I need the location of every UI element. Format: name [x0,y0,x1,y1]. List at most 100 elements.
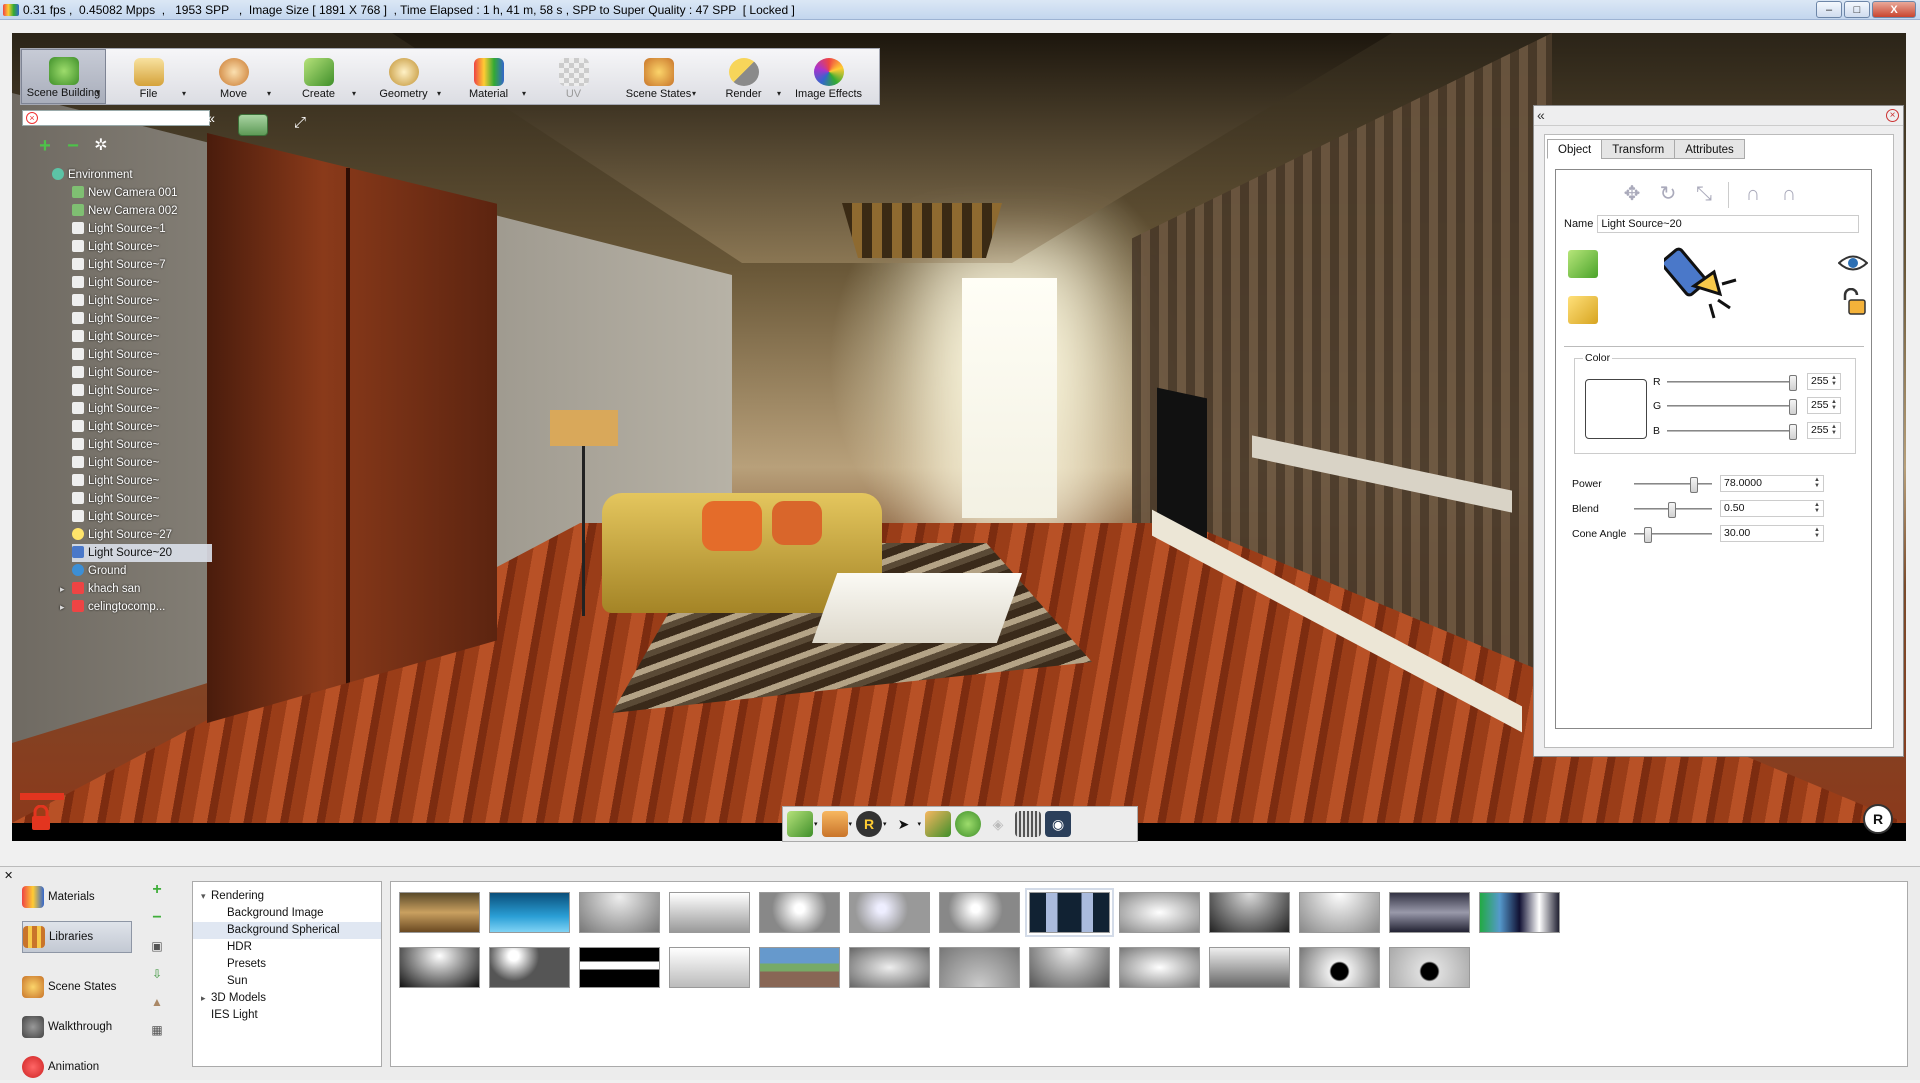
library-thumbnail[interactable] [399,947,480,988]
close-panel-icon[interactable]: × [1886,109,1899,122]
library-thumbnail[interactable] [1389,947,1470,988]
toolbar-file[interactable]: File ▾ [106,49,191,104]
tree-item[interactable]: Light Source~1 [72,220,232,238]
view-options-icon[interactable]: ▦ [148,1021,166,1039]
library-thumbnail[interactable] [669,892,750,933]
select-cursor-icon[interactable]: ➤ [891,811,917,837]
grid-icon[interactable] [1015,811,1042,837]
tree-item[interactable]: Light Source~7 [72,256,232,274]
settings-gear-icon[interactable]: ✲ [92,138,110,156]
render-mode-icon[interactable]: R [856,811,883,837]
library-thumbnail[interactable] [579,947,660,988]
expand-arrow-icon[interactable]: ▸ [201,990,206,1007]
visibility-eye-icon[interactable] [1838,254,1868,272]
add-item-button[interactable]: + [36,136,54,156]
toolbar-geometry[interactable]: Geometry ▾ [361,49,446,104]
move-transform-icon[interactable]: ✥ [1620,182,1644,206]
toolbar-move[interactable]: Move ▾ [191,49,276,104]
tree-item[interactable]: Ground [72,562,232,580]
cone-angle-spinbox[interactable]: 30.00 ▲ ▼ [1720,525,1824,542]
tree-item[interactable]: Light Source~ [72,436,232,454]
color-swatch[interactable] [1585,379,1647,439]
library-thumbnail[interactable] [669,947,750,988]
nav-walkthrough[interactable]: Walkthrough [22,1011,132,1043]
library-thumbnail[interactable] [489,947,570,988]
tree-item[interactable]: Light Source~27 [72,526,232,544]
tree-item[interactable]: New Camera 001 [72,184,232,202]
library-tree-item[interactable]: ▾ Rendering [193,888,381,905]
library-thumbnail[interactable] [1029,947,1110,988]
tree-item[interactable]: Light Source~ [72,454,232,472]
g-spinbox[interactable]: 255 ▲ ▼ [1807,397,1841,414]
library-thumbnail[interactable] [759,947,840,988]
toolbar-material[interactable]: Material ▾ [446,49,531,104]
b-spinbox[interactable]: 255 ▲ ▼ [1807,422,1841,439]
tree-item[interactable]: Light Source~ [72,292,232,310]
tree-item[interactable]: Light Source~ [72,238,232,256]
expand-panel-icon[interactable]: « [1537,107,1545,123]
library-thumbnail[interactable] [1209,892,1290,933]
library-thumbnail[interactable] [939,947,1020,988]
scale-transform-icon[interactable]: ⤡ [1692,182,1716,206]
library-thumbnail[interactable] [1025,888,1114,937]
library-thumbnail[interactable] [1119,892,1200,933]
nav-materials[interactable]: Materials [22,881,132,913]
nav-scene-states[interactable]: Scene States [22,971,132,1003]
toolbar-render[interactable]: Render ▾ [701,49,786,104]
g-slider[interactable] [1667,398,1797,415]
library-thumbnail[interactable] [1209,947,1290,988]
library-thumbnail[interactable] [579,892,660,933]
library-tree-item[interactable]: Sun [193,973,381,990]
tree-item[interactable]: Light Source~ [72,508,232,526]
library-tree-item[interactable]: Background Image [193,905,381,922]
cone-angle-slider[interactable] [1634,526,1712,543]
expand-arrow-icon[interactable]: ▸ [60,580,65,598]
library-tree-item[interactable]: IES Light [193,1007,381,1024]
tree-item[interactable]: Light Source~ [72,346,232,364]
camera-icon[interactable] [238,114,268,136]
toolbar-create[interactable]: Create ▾ [276,49,361,104]
ground-plane-icon[interactable] [821,811,848,837]
library-thumbnail[interactable] [1479,892,1560,933]
library-tree-item[interactable]: Presets [193,956,381,973]
power-slider[interactable] [1634,476,1712,493]
library-tree-item[interactable]: HDR [193,939,381,956]
library-thumbnail[interactable] [489,892,570,933]
object-cube-icon[interactable] [787,811,813,837]
remove-library-button[interactable]: − [148,909,166,927]
zoom-icon[interactable] [955,811,982,837]
tree-item[interactable]: Light Source~20 [72,544,212,562]
download-icon[interactable]: ⇩ [148,965,166,983]
r-slider[interactable] [1667,374,1797,391]
tree-item[interactable]: Light Source~ [72,400,232,418]
blend-spinbox[interactable]: 0.50 ▲ ▼ [1720,500,1824,517]
green-cubes-icon[interactable] [1568,250,1598,278]
library-tree-item[interactable]: Background Spherical [193,922,381,939]
nav-libraries[interactable]: Libraries [22,921,132,953]
tree-item[interactable]: Light Source~ [72,472,232,490]
rotate-transform-icon[interactable]: ↻ [1656,182,1680,206]
name-field[interactable]: Light Source~20 [1597,215,1860,233]
blend-slider[interactable] [1634,501,1712,518]
tree-item[interactable]: Light Source~ [72,490,232,508]
tree-item[interactable]: Light Source~ [72,364,232,382]
magnet-icon[interactable]: ∩ [1741,182,1765,206]
library-thumbnail[interactable] [1299,947,1380,988]
tree-item[interactable]: Light Source~ [72,418,232,436]
tree-item[interactable]: ▸ khach san [60,580,232,598]
tree-item[interactable]: Light Source~ [72,382,232,400]
nav-animation[interactable]: Animation [22,1051,132,1083]
toolbar-uv[interactable]: UV [531,49,616,104]
clear-search-icon[interactable]: × [26,112,38,124]
unlock-icon[interactable] [1841,288,1867,316]
maximize-button[interactable]: □ [1844,1,1870,18]
library-thumbnail[interactable] [1389,892,1470,933]
library-thumbnail[interactable] [849,947,930,988]
dock-close-icon[interactable]: ✕ [4,869,13,882]
tree-item[interactable]: Environment [52,166,232,184]
tree-item[interactable]: Light Source~ [72,310,232,328]
library-thumbnail[interactable] [1299,892,1380,933]
b-slider[interactable] [1667,423,1797,440]
tree-item[interactable]: ▸ celingtocomp... [60,598,232,616]
tree-item[interactable]: New Camera 002 [72,202,232,220]
